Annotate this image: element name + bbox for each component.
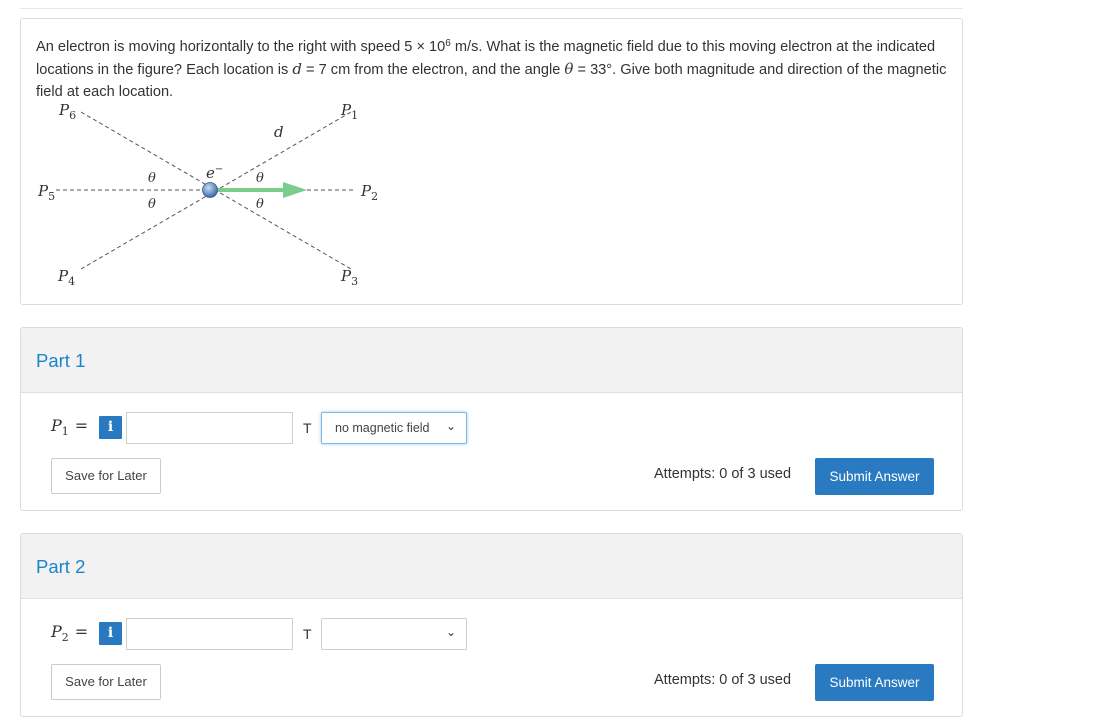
part-1-answer-input[interactable] <box>126 412 293 444</box>
top-divider <box>20 8 963 9</box>
chevron-down-icon: ⌄ <box>445 625 456 639</box>
part-2-section: Part 2 P2 = i T ⌄ Save for Later Attempts… <box>20 533 963 717</box>
label-p6: P6 <box>58 101 76 122</box>
point-letter: P <box>51 622 62 641</box>
electron-field-diagram: P6 P1 P5 P2 P4 P3 d e− θ θ θ θ <box>37 101 378 288</box>
part-1-section: Part 1 P1 = i T no magnetic field ⌄ Save … <box>20 327 963 511</box>
velocity-arrow-head <box>283 182 307 198</box>
part-2-unit-label: T <box>303 626 312 642</box>
label-p3: P3 <box>340 267 358 288</box>
label-p2: P2 <box>360 182 378 203</box>
part-1-unit-label: T <box>303 420 312 436</box>
point-letter: P <box>51 416 62 435</box>
part-1-attempts-text: Attempts: 0 of 3 used <box>654 466 792 482</box>
part-2-submit-answer-button[interactable]: Submit Answer <box>815 664 934 701</box>
info-icon[interactable]: i <box>99 416 122 439</box>
part-2-point-label: P2 = <box>51 622 88 644</box>
theta-upper-right: θ <box>256 171 264 186</box>
equals-sign: = <box>74 622 89 641</box>
point-subscript: 2 <box>61 631 69 645</box>
label-electron: e− <box>206 164 223 182</box>
part-1-direction-select[interactable]: no magnetic field ⌄ <box>321 412 467 444</box>
question-card: An electron is moving horizontally to th… <box>20 18 963 305</box>
theta-lower-left: θ <box>148 197 156 212</box>
part-1-header: Part 1 <box>21 328 962 393</box>
theta-upper-left: θ <box>148 171 156 186</box>
part-1-point-label: P1 = <box>51 416 88 438</box>
part-2-header: Part 2 <box>21 534 962 599</box>
part-1-submit-answer-button[interactable]: Submit Answer <box>815 458 934 495</box>
point-subscript: 1 <box>61 425 69 439</box>
label-p4: P4 <box>57 267 75 288</box>
selected-direction: no magnetic field <box>335 421 430 435</box>
electron-sphere <box>202 182 218 198</box>
part-2-save-for-later-button[interactable]: Save for Later <box>51 664 161 700</box>
label-d: d <box>274 123 284 141</box>
equals-sign: = <box>74 416 89 435</box>
label-p5: P5 <box>37 182 55 203</box>
part-2-title: Part 2 <box>36 556 86 577</box>
part-2-attempts-text: Attempts: 0 of 3 used <box>654 672 792 688</box>
chevron-down-icon: ⌄ <box>445 419 456 433</box>
part-2-direction-select[interactable]: ⌄ <box>321 618 467 650</box>
theta-lower-right: θ <box>256 197 264 212</box>
info-icon[interactable]: i <box>99 622 122 645</box>
part-2-answer-input[interactable] <box>126 618 293 650</box>
label-p1: P1 <box>340 101 358 122</box>
part-1-title: Part 1 <box>36 350 86 371</box>
part-1-save-for-later-button[interactable]: Save for Later <box>51 458 161 494</box>
